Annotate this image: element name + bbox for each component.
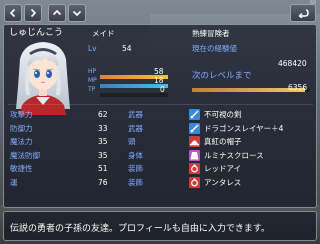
equip-slot-label: 武器 — [128, 110, 143, 119]
param-label: 攻撃力 — [10, 110, 33, 119]
current-exp-value: 468420 — [278, 59, 307, 68]
back-button[interactable] — [290, 4, 316, 22]
status-window: しゅじんこう メイド 熟練冒険者 Lv 54 HP 58 MP 18 TP 0 … — [3, 24, 317, 208]
param-value: 51 — [98, 164, 108, 173]
param-value: 35 — [98, 150, 108, 160]
previous-actor-button[interactable] — [4, 4, 22, 22]
profile-text: 伝説の勇者の子孫の友達。プロフィールも自由に入力できます。 — [10, 224, 270, 234]
equip-slot-label: 武器 — [128, 123, 143, 133]
actor-nickname: 熟練冒険者 — [192, 29, 230, 38]
equip-item-name: 真紅の帽子 — [204, 137, 242, 146]
hp-label: HP — [88, 68, 97, 75]
mp-label: MP — [88, 77, 97, 84]
current-exp-label: 現在の経験値 — [192, 44, 237, 53]
param-value: 76 — [98, 177, 108, 187]
ring-icon — [189, 176, 200, 188]
param-value: 62 — [98, 110, 108, 119]
equip-item-name: ルミナスクロース — [204, 150, 264, 160]
chevron-right-icon — [30, 8, 37, 18]
actor-name: しゅじんこう — [9, 28, 64, 38]
equip-item-name: ドラゴンスレイヤー＋4 — [204, 123, 284, 133]
param-label: 魔法防御 — [10, 150, 40, 160]
actor-class: メイド — [92, 29, 115, 38]
equip-item-name: 不可視の剣 — [204, 110, 242, 119]
robe-icon — [189, 149, 200, 161]
equip-slot-label: 身体 — [128, 150, 143, 160]
section-divider — [8, 104, 313, 105]
param-label: 魔法力 — [10, 137, 33, 146]
tp-gauge-track — [100, 93, 168, 97]
equip-slot-label: 装飾 — [128, 177, 143, 187]
chevron-up-icon — [52, 9, 62, 16]
hat-icon — [189, 136, 200, 147]
level-value: 54 — [122, 44, 132, 53]
param-label: 運 — [10, 177, 18, 187]
page-down-button[interactable] — [68, 4, 86, 22]
tp-label: TP — [88, 86, 96, 93]
next-level-value: 6356 — [288, 83, 308, 92]
mp-value: 18 — [154, 76, 164, 85]
equip-slot-label: 頭 — [128, 137, 136, 146]
ring-icon — [189, 163, 200, 174]
sword-icon — [189, 122, 200, 134]
equip-item-name: アンタレス — [204, 177, 242, 187]
chevron-left-icon — [9, 8, 16, 18]
param-value: 35 — [98, 137, 108, 146]
equip-item-name: レッドアイ — [204, 164, 242, 173]
next-actor-button[interactable] — [24, 4, 42, 22]
param-label: 敏捷性 — [10, 164, 33, 173]
chevron-down-icon — [72, 10, 82, 17]
profile-window: 伝説の勇者の子孫の友達。プロフィールも自由に入力できます。 — [3, 211, 317, 241]
hp-value: 58 — [154, 67, 164, 76]
page-up-button[interactable] — [48, 4, 66, 22]
param-value: 33 — [98, 123, 108, 133]
return-icon — [298, 9, 309, 18]
next-level-label: 次のレベルまで — [192, 71, 252, 81]
sword-icon — [189, 109, 200, 120]
param-label: 防御力 — [10, 123, 33, 133]
tp-value: 0 — [160, 85, 165, 94]
level-label: Lv — [88, 44, 97, 53]
equip-slot-label: 装飾 — [128, 164, 143, 173]
